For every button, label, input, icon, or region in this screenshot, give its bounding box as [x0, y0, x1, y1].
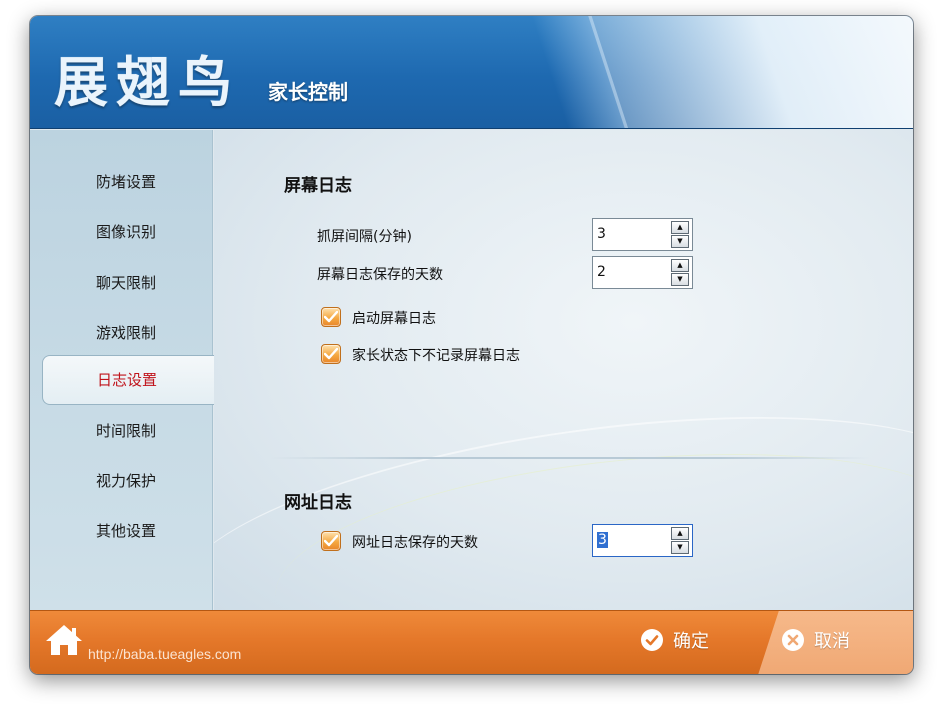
- parent-mode-no-log-checkbox[interactable]: [321, 344, 341, 364]
- url-log-days-spinner[interactable]: 3 ▲ ▼: [592, 524, 693, 557]
- sidebar-item-eye-protection[interactable]: 视力保护: [30, 456, 213, 506]
- sidebar-item-image-recognition[interactable]: 图像识别: [30, 207, 213, 257]
- sidebar-item-game-limit[interactable]: 游戏限制: [30, 308, 213, 358]
- check-icon: [324, 311, 338, 323]
- app-subtitle: 家长控制: [268, 80, 348, 104]
- capture-interval-value[interactable]: 3: [597, 226, 606, 242]
- enable-screen-log-label[interactable]: 启动屏幕日志: [352, 308, 436, 328]
- sidebar-item-block-settings[interactable]: 防堵设置: [30, 157, 213, 207]
- spinner-arrows[interactable]: ▲ ▼: [671, 221, 689, 248]
- screen-log-days-label: 屏幕日志保存的天数: [317, 267, 443, 283]
- footer-bar: http://baba.tueagles.com 确定 取消: [30, 610, 913, 674]
- url-log-days-value[interactable]: 3: [597, 532, 608, 548]
- section-divider: [270, 457, 870, 459]
- check-icon: [324, 535, 338, 547]
- arrow-up-icon[interactable]: ▲: [671, 259, 689, 272]
- header-shine: [585, 16, 913, 128]
- cancel-label: 取消: [814, 631, 850, 652]
- close-circle-icon: [782, 629, 804, 651]
- enable-screen-log-checkbox[interactable]: [321, 307, 341, 327]
- url-log-days-label[interactable]: 网址日志保存的天数: [352, 532, 478, 552]
- screen-log-days-value[interactable]: 2: [597, 264, 606, 280]
- sidebar-item-other-settings[interactable]: 其他设置: [30, 506, 213, 556]
- sidebar-item-chat-limit[interactable]: 聊天限制: [30, 258, 213, 308]
- app-window: 展翅鸟 家长控制 防堵设置 图像识别 聊天限制 游戏限制 日志设置 时间限制 视…: [30, 16, 913, 674]
- capture-interval-spinner[interactable]: 3 ▲ ▼: [592, 218, 693, 251]
- sidebar-item-time-limit[interactable]: 时间限制: [30, 406, 213, 456]
- check-icon: [324, 348, 338, 360]
- sidebar-nav: 防堵设置 图像识别 聊天限制 游戏限制 日志设置 时间限制 视力保护 其他设置: [30, 130, 214, 610]
- header-banner: 展翅鸟 家长控制: [30, 16, 913, 129]
- spinner-arrows[interactable]: ▲ ▼: [671, 527, 689, 554]
- home-icon[interactable]: [44, 623, 84, 657]
- url-log-days-checkbox[interactable]: [321, 531, 341, 551]
- arrow-down-icon[interactable]: ▼: [671, 541, 689, 554]
- sidebar-item-log-settings[interactable]: 日志设置: [42, 355, 214, 405]
- url-log-title: 网址日志: [284, 493, 352, 513]
- spinner-arrows[interactable]: ▲ ▼: [671, 259, 689, 286]
- arrow-up-icon[interactable]: ▲: [671, 527, 689, 540]
- parent-mode-no-log-label[interactable]: 家长状态下不记录屏幕日志: [352, 345, 520, 365]
- ok-label: 确定: [673, 631, 709, 652]
- cancel-button[interactable]: 取消: [782, 625, 850, 655]
- screen-log-title: 屏幕日志: [284, 176, 352, 196]
- screen-log-days-spinner[interactable]: 2 ▲ ▼: [592, 256, 693, 289]
- website-link[interactable]: http://baba.tueagles.com: [88, 646, 241, 662]
- arrow-down-icon[interactable]: ▼: [671, 235, 689, 248]
- capture-interval-label: 抓屏间隔(分钟): [317, 229, 412, 245]
- check-circle-icon: [641, 629, 663, 651]
- app-logo: 展翅鸟: [54, 51, 240, 114]
- ok-button[interactable]: 确定: [641, 625, 709, 655]
- arrow-up-icon[interactable]: ▲: [671, 221, 689, 234]
- content-panel: 屏幕日志 抓屏间隔(分钟) 3 ▲ ▼ 屏幕日志保存的天数 2 ▲ ▼ 启动屏幕…: [214, 130, 913, 610]
- arrow-down-icon[interactable]: ▼: [671, 273, 689, 286]
